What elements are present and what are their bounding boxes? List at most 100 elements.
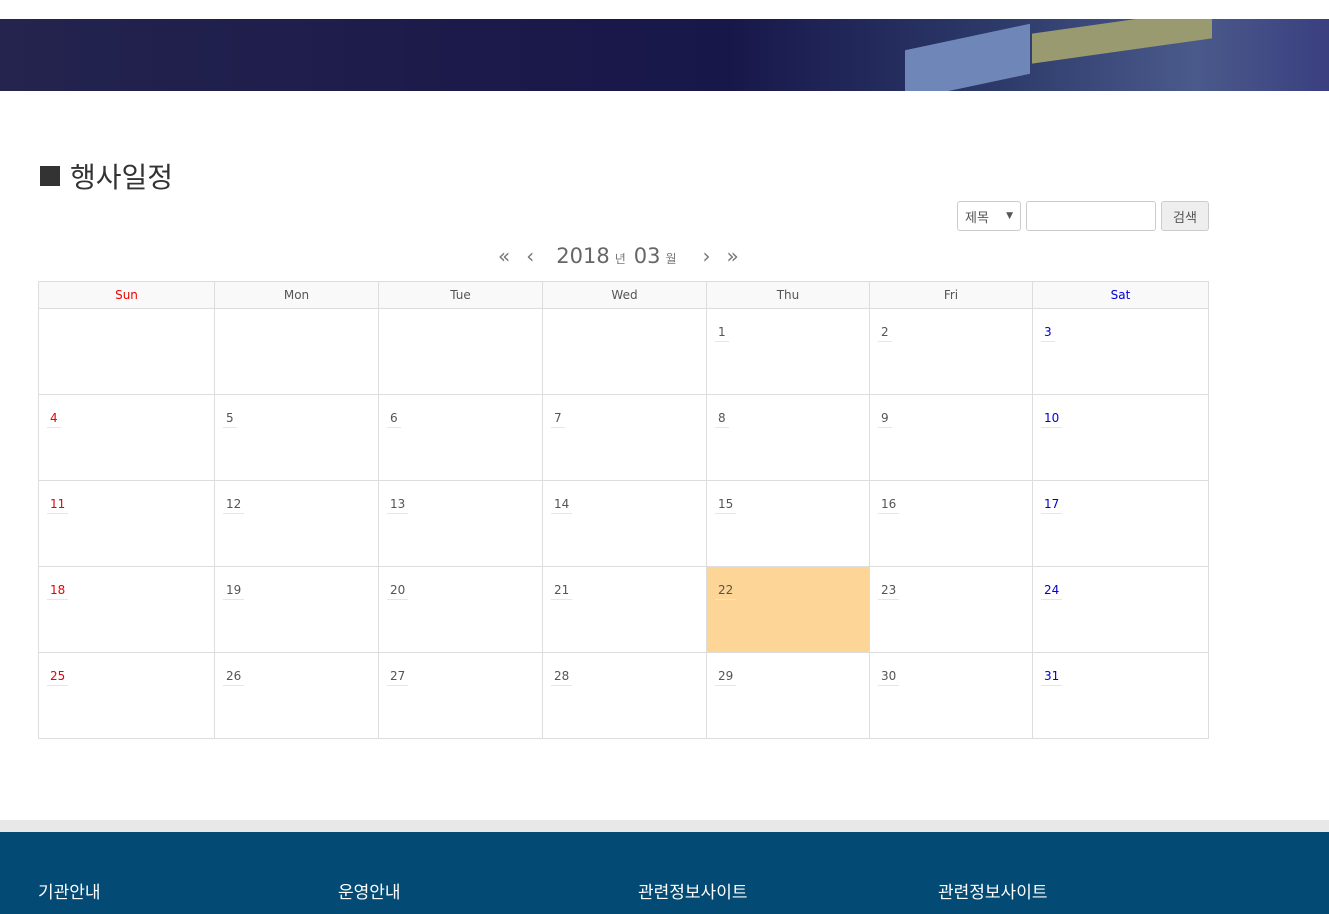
calendar-day-cell[interactable]: 4 [38, 394, 215, 481]
day-number[interactable]: 3 [1041, 325, 1055, 342]
calendar-day-cell[interactable]: 23 [869, 566, 1033, 653]
day-number[interactable]: 22 [715, 583, 737, 600]
calendar-day-cell[interactable]: 27 [378, 652, 543, 739]
calendar-day-cell[interactable]: 25 [38, 652, 215, 739]
calendar-day-cell[interactable]: 7 [542, 394, 707, 481]
weekday-header: Fri [869, 281, 1033, 309]
day-number[interactable]: 29 [715, 669, 737, 686]
square-bullet-icon [40, 166, 60, 186]
calendar-day-cell[interactable]: 2 [869, 308, 1033, 395]
calendar-day-cell[interactable]: 1 [706, 308, 870, 395]
calendar-day-cell[interactable]: 26 [214, 652, 379, 739]
search-field-select[interactable]: 제목 ▼ [957, 201, 1021, 231]
month-navigation: « ‹ 2018 년 03 월 › » [498, 244, 755, 268]
calendar-empty-cell [214, 308, 379, 395]
day-number[interactable]: 18 [47, 583, 69, 600]
search-input[interactable] [1026, 201, 1156, 231]
footer-heading: 운영안내 [338, 883, 401, 903]
day-number[interactable]: 4 [47, 411, 61, 428]
search-button[interactable]: 검색 [1161, 201, 1209, 231]
calendar-day-cell[interactable]: 19 [214, 566, 379, 653]
day-number[interactable]: 2 [878, 325, 892, 342]
calendar-week-row: 25 26 27 28 29 30 31 [38, 652, 1209, 739]
calendar-day-cell[interactable]: 16 [869, 480, 1033, 567]
select-value: 제목 [965, 210, 989, 226]
day-number[interactable]: 12 [223, 497, 245, 514]
day-number[interactable]: 10 [1041, 411, 1063, 428]
calendar-day-cell[interactable]: 6 [378, 394, 543, 481]
calendar-day-cell[interactable]: 17 [1032, 480, 1209, 567]
calendar-day-cell[interactable]: 13 [378, 480, 543, 567]
calendar-day-cell[interactable]: 5 [214, 394, 379, 481]
day-number[interactable]: 1 [715, 325, 729, 342]
calendar-week-row: 11 12 13 14 15 16 17 [38, 480, 1209, 567]
dropdown-arrow-icon: ▼ [1006, 211, 1013, 221]
day-number[interactable]: 9 [878, 411, 892, 428]
day-number[interactable]: 20 [387, 583, 409, 600]
calendar-day-cell[interactable]: 3 [1032, 308, 1209, 395]
day-number[interactable]: 11 [47, 497, 69, 514]
weekday-header: Thu [706, 281, 870, 309]
weekday-header: Sun [38, 281, 215, 309]
calendar-day-cell[interactable]: 12 [214, 480, 379, 567]
footer-separator [0, 820, 1329, 832]
month-value: 03 [633, 244, 661, 268]
calendar-day-cell[interactable]: 18 [38, 566, 215, 653]
footer: 기관안내 운영안내 관련정보사이트 관련정보사이트 [0, 832, 1329, 914]
calendar-empty-cell [38, 308, 215, 395]
year-value: 2018 [556, 244, 610, 268]
calendar-empty-cell [542, 308, 707, 395]
next-month-button[interactable]: › [703, 244, 711, 268]
day-number[interactable]: 31 [1041, 669, 1063, 686]
day-number[interactable]: 16 [878, 497, 900, 514]
day-number[interactable]: 6 [387, 411, 401, 428]
calendar-day-cell[interactable]: 8 [706, 394, 870, 481]
calendar-day-cell[interactable]: 9 [869, 394, 1033, 481]
day-number[interactable]: 21 [551, 583, 573, 600]
calendar-day-cell[interactable]: 21 [542, 566, 707, 653]
calendar-week-row: 1 2 3 [38, 308, 1209, 395]
calendar-day-cell[interactable]: 22 [706, 566, 870, 653]
calendar-day-cell[interactable]: 14 [542, 480, 707, 567]
calendar-day-cell[interactable]: 28 [542, 652, 707, 739]
page-title-text: 행사일정 [70, 161, 174, 194]
month-unit: 월 [665, 252, 677, 266]
day-number[interactable]: 17 [1041, 497, 1063, 514]
day-number[interactable]: 5 [223, 411, 237, 428]
calendar-day-cell[interactable]: 30 [869, 652, 1033, 739]
weekday-header: Sat [1032, 281, 1209, 309]
calendar-day-cell[interactable]: 24 [1032, 566, 1209, 653]
search-bar: 제목 ▼ 검색 [957, 201, 1209, 231]
page-title: 행사일정 [40, 156, 173, 196]
day-number[interactable]: 23 [878, 583, 900, 600]
day-number[interactable]: 25 [47, 669, 69, 686]
top-bar [0, 0, 1329, 19]
calendar-day-cell[interactable]: 31 [1032, 652, 1209, 739]
prev-month-button[interactable]: ‹ [526, 244, 534, 268]
calendar-week-row: 18 19 20 21 22 23 24 [38, 566, 1209, 653]
day-number[interactable]: 14 [551, 497, 573, 514]
prev-year-button[interactable]: « [498, 244, 510, 268]
day-number[interactable]: 15 [715, 497, 737, 514]
footer-heading: 관련정보사이트 [938, 883, 1048, 903]
calendar-day-cell[interactable]: 10 [1032, 394, 1209, 481]
calendar-day-cell[interactable]: 11 [38, 480, 215, 567]
day-number[interactable]: 24 [1041, 583, 1063, 600]
day-number[interactable]: 26 [223, 669, 245, 686]
weekday-header: Wed [542, 281, 707, 309]
year-unit: 년 [614, 252, 626, 266]
day-number[interactable]: 30 [878, 669, 900, 686]
calendar-day-cell[interactable]: 29 [706, 652, 870, 739]
calendar-day-cell[interactable]: 20 [378, 566, 543, 653]
day-number[interactable]: 13 [387, 497, 409, 514]
next-year-button[interactable]: » [727, 244, 739, 268]
calendar-day-cell[interactable]: 15 [706, 480, 870, 567]
day-number[interactable]: 8 [715, 411, 729, 428]
day-number[interactable]: 7 [551, 411, 565, 428]
footer-heading: 기관안내 [38, 883, 101, 903]
day-number[interactable]: 27 [387, 669, 409, 686]
footer-heading: 관련정보사이트 [638, 883, 748, 903]
day-number[interactable]: 28 [551, 669, 573, 686]
weekday-header: Tue [378, 281, 543, 309]
day-number[interactable]: 19 [223, 583, 245, 600]
